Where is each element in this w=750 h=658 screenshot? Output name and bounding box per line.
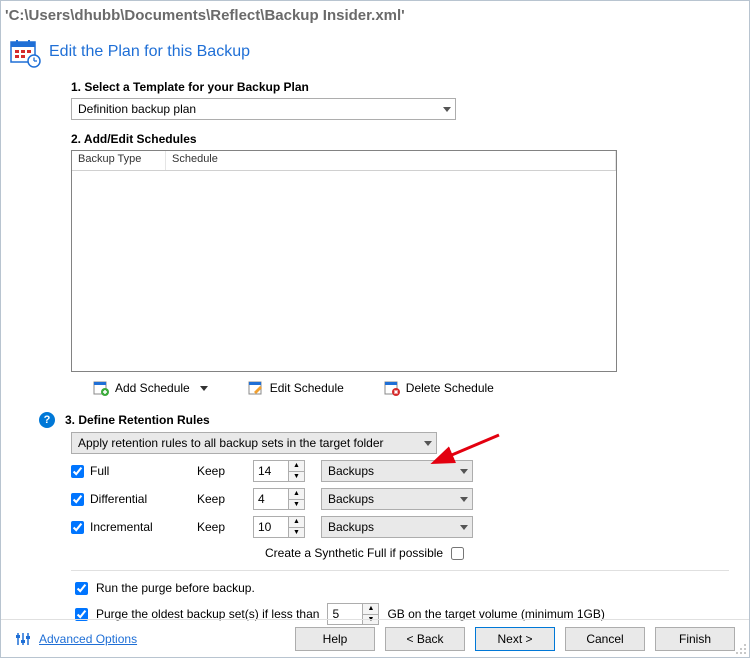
run-purge-before-checkbox[interactable] [75, 582, 88, 595]
incremental-label: Incremental [90, 520, 153, 534]
edit-schedule-button[interactable]: Edit Schedule [248, 380, 344, 396]
col-backup-type[interactable]: Backup Type [72, 151, 166, 170]
edit-schedule-icon [248, 380, 264, 396]
retention-scope-dropdown[interactable]: Apply retention rules to all backup sets… [71, 432, 437, 454]
back-button[interactable]: < Back [385, 627, 465, 651]
spin-down-icon[interactable]: ▼ [289, 528, 304, 538]
help-icon[interactable]: ? [39, 412, 55, 428]
incremental-keep-input[interactable] [254, 520, 288, 534]
differential-keep-input[interactable] [254, 492, 288, 506]
spin-up-icon[interactable]: ▲ [289, 489, 304, 500]
section3-label: 3. Define Retention Rules [65, 413, 210, 427]
template-selected: Definition backup plan [78, 102, 196, 116]
keep-label: Keep [197, 492, 237, 506]
calendar-clock-icon [9, 38, 41, 66]
footer: Advanced Options Help < Back Next > Canc… [1, 619, 749, 657]
retention-row-full: Full Keep ▲▼ Backups [71, 460, 729, 482]
add-schedule-label: Add Schedule [115, 381, 190, 395]
chevron-down-icon [460, 525, 468, 530]
col-schedule[interactable]: Schedule [166, 151, 616, 170]
sliders-icon [15, 631, 31, 647]
synthetic-full-row: Create a Synthetic Full if possible [265, 546, 729, 560]
template-dropdown[interactable]: Definition backup plan [71, 98, 456, 120]
spin-up-icon[interactable]: ▲ [289, 517, 304, 528]
next-button[interactable]: Next > [475, 627, 555, 651]
full-keep-input[interactable] [254, 464, 288, 478]
add-schedule-button[interactable]: Add Schedule [93, 380, 208, 396]
retention-row-differential: Differential Keep ▲▼ Backups [71, 488, 729, 510]
chevron-down-icon [443, 107, 451, 112]
full-unit-label: Backups [328, 464, 374, 478]
full-label: Full [90, 464, 109, 478]
full-unit-dropdown[interactable]: Backups [321, 460, 473, 482]
spin-down-icon[interactable]: ▼ [289, 472, 304, 482]
add-schedule-icon [93, 380, 109, 396]
resize-grip-icon[interactable] [735, 643, 747, 655]
keep-label: Keep [197, 464, 237, 478]
delete-schedule-label: Delete Schedule [406, 381, 494, 395]
page-header: Edit the Plan for this Backup [1, 28, 749, 74]
full-checkbox-input[interactable] [71, 465, 84, 478]
incremental-unit-label: Backups [328, 520, 374, 534]
incremental-keep-spinner[interactable]: ▲▼ [253, 516, 305, 538]
section1-label: 1. Select a Template for your Backup Pla… [71, 80, 729, 94]
divider [71, 570, 729, 571]
delete-schedule-icon [384, 380, 400, 396]
spin-up-icon[interactable]: ▲ [363, 604, 378, 615]
delete-schedule-button[interactable]: Delete Schedule [384, 380, 494, 396]
advanced-options-link[interactable]: Advanced Options [39, 632, 137, 646]
chevron-down-icon [460, 469, 468, 474]
section2-label: 2. Add/Edit Schedules [71, 132, 729, 146]
full-keep-spinner[interactable]: ▲▼ [253, 460, 305, 482]
spin-up-icon[interactable]: ▲ [289, 461, 304, 472]
retention-scope-selected: Apply retention rules to all backup sets… [78, 436, 384, 450]
chevron-down-icon[interactable] [200, 386, 208, 391]
page-title: Edit the Plan for this Backup [49, 43, 250, 61]
retention-row-incremental: Incremental Keep ▲▼ Backups [71, 516, 729, 538]
window-title: 'C:\Users\dhubb\Documents\Reflect\Backup… [1, 1, 749, 28]
synthetic-full-checkbox[interactable] [451, 547, 464, 560]
synthetic-full-label: Create a Synthetic Full if possible [265, 546, 443, 560]
schedule-table-header: Backup Type Schedule [72, 151, 616, 171]
incremental-checkbox[interactable]: Incremental [71, 520, 181, 534]
chevron-down-icon [460, 497, 468, 502]
differential-unit-dropdown[interactable]: Backups [321, 488, 473, 510]
run-purge-before-label: Run the purge before backup. [96, 581, 255, 595]
differential-unit-label: Backups [328, 492, 374, 506]
incremental-unit-dropdown[interactable]: Backups [321, 516, 473, 538]
finish-button[interactable]: Finish [655, 627, 735, 651]
help-button[interactable]: Help [295, 627, 375, 651]
differential-keep-spinner[interactable]: ▲▼ [253, 488, 305, 510]
differential-checkbox-input[interactable] [71, 493, 84, 506]
cancel-button[interactable]: Cancel [565, 627, 645, 651]
incremental-checkbox-input[interactable] [71, 521, 84, 534]
spin-down-icon[interactable]: ▼ [289, 500, 304, 510]
schedule-table[interactable]: Backup Type Schedule [71, 150, 617, 372]
schedule-toolbar: Add Schedule Edit Schedule Delete Schedu… [71, 372, 729, 408]
keep-label: Keep [197, 520, 237, 534]
full-checkbox[interactable]: Full [71, 464, 181, 478]
differential-checkbox[interactable]: Differential [71, 492, 181, 506]
edit-schedule-label: Edit Schedule [270, 381, 344, 395]
chevron-down-icon [424, 441, 432, 446]
differential-label: Differential [90, 492, 147, 506]
